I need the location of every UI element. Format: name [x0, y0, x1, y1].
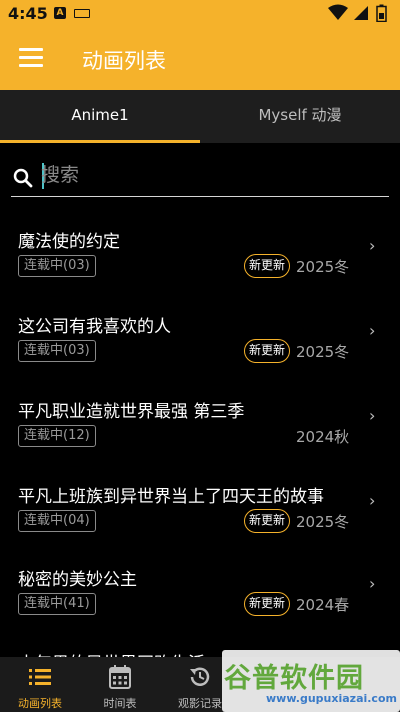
item-title: 平凡上班族到异世界当上了四天王的故事: [18, 487, 324, 507]
new-update-badge: 新更新: [244, 339, 291, 363]
item-season: 2025冬: [296, 343, 350, 361]
chevron-right-icon: ›: [369, 406, 376, 425]
calendar-icon: [109, 665, 131, 689]
item-status: 连载中(03): [18, 255, 96, 277]
watermark: 谷普软件园 www.gupuxiazai.com: [222, 650, 400, 712]
menu-button[interactable]: [19, 48, 43, 68]
nav-anime-list[interactable]: 动画列表: [0, 657, 80, 712]
app-bar: 动画列表: [0, 28, 400, 90]
search-bar: [11, 151, 389, 197]
nav-label: 时间表: [103, 697, 137, 710]
tab-anime1[interactable]: Anime1: [0, 90, 200, 143]
item-title: 这公司有我喜欢的人: [18, 317, 171, 337]
chevron-right-icon: ›: [369, 491, 376, 510]
list-icon: [29, 669, 51, 685]
item-status: 连载中(12): [18, 425, 96, 447]
chevron-right-icon: ›: [369, 574, 376, 593]
item-title: 秘密的美妙公主: [18, 570, 137, 590]
notification-a-icon: A: [54, 7, 66, 19]
chevron-right-icon: ›: [369, 321, 376, 340]
list-item[interactable]: 魔法使的约定 连载中(03) 新更新 2025冬 ›: [0, 219, 400, 303]
battery-icon: [376, 4, 387, 22]
tab-myself[interactable]: Myself 动漫: [200, 90, 400, 143]
item-season: 2024秋: [296, 428, 350, 446]
page-title: 动画列表: [82, 49, 166, 73]
new-update-badge: 新更新: [244, 592, 291, 616]
item-season: 2025冬: [296, 513, 350, 531]
anime-list[interactable]: 魔法使的约定 连载中(03) 新更新 2025冬 › 这公司有我喜欢的人 连载中…: [0, 143, 400, 657]
watermark-url: www.gupuxiazai.com: [266, 692, 397, 705]
item-title: 中年男的异世界网购生活: [18, 649, 205, 657]
item-season: 2024春: [296, 596, 350, 614]
nav-label: 动画列表: [18, 697, 62, 710]
item-status: 连载中(03): [18, 340, 96, 362]
new-update-badge: 新更新: [244, 254, 291, 278]
item-season: 2025冬: [296, 258, 350, 276]
keyboard-icon: [74, 9, 90, 18]
watermark-logo: 谷普软件园: [224, 663, 364, 694]
status-bar: 4:45 A: [0, 0, 400, 28]
list-item[interactable]: 平凡职业造就世界最强 第三季 连载中(12) 2024秋 ›: [0, 389, 400, 473]
tab-bar: Anime1 Myself 动漫: [0, 90, 400, 143]
menu-icon-line: [19, 64, 43, 67]
chevron-right-icon: ›: [369, 236, 376, 255]
status-time: 4:45: [8, 4, 48, 23]
search-input[interactable]: [41, 159, 381, 191]
item-title: 平凡职业造就世界最强 第三季: [18, 402, 245, 422]
menu-icon-line: [19, 48, 43, 51]
nav-schedule[interactable]: 时间表: [80, 657, 160, 712]
item-status: 连载中(04): [18, 510, 96, 532]
wifi-icon: [328, 4, 348, 20]
history-icon: [190, 667, 210, 686]
new-update-badge: 新更新: [244, 509, 291, 533]
menu-icon-line: [19, 56, 43, 59]
list-item[interactable]: 平凡上班族到异世界当上了四天王的故事 连载中(04) 新更新 2025冬 ›: [0, 474, 400, 558]
list-item[interactable]: 这公司有我喜欢的人 连载中(03) 新更新 2025冬 ›: [0, 304, 400, 388]
item-title: 魔法使的约定: [18, 232, 120, 252]
signal-icon: [354, 6, 368, 20]
list-item[interactable]: 秘密的美妙公主 连载中(41) 新更新 2024春 ›: [0, 557, 400, 641]
item-status: 连载中(41): [18, 593, 96, 615]
search-icon[interactable]: [13, 168, 33, 188]
